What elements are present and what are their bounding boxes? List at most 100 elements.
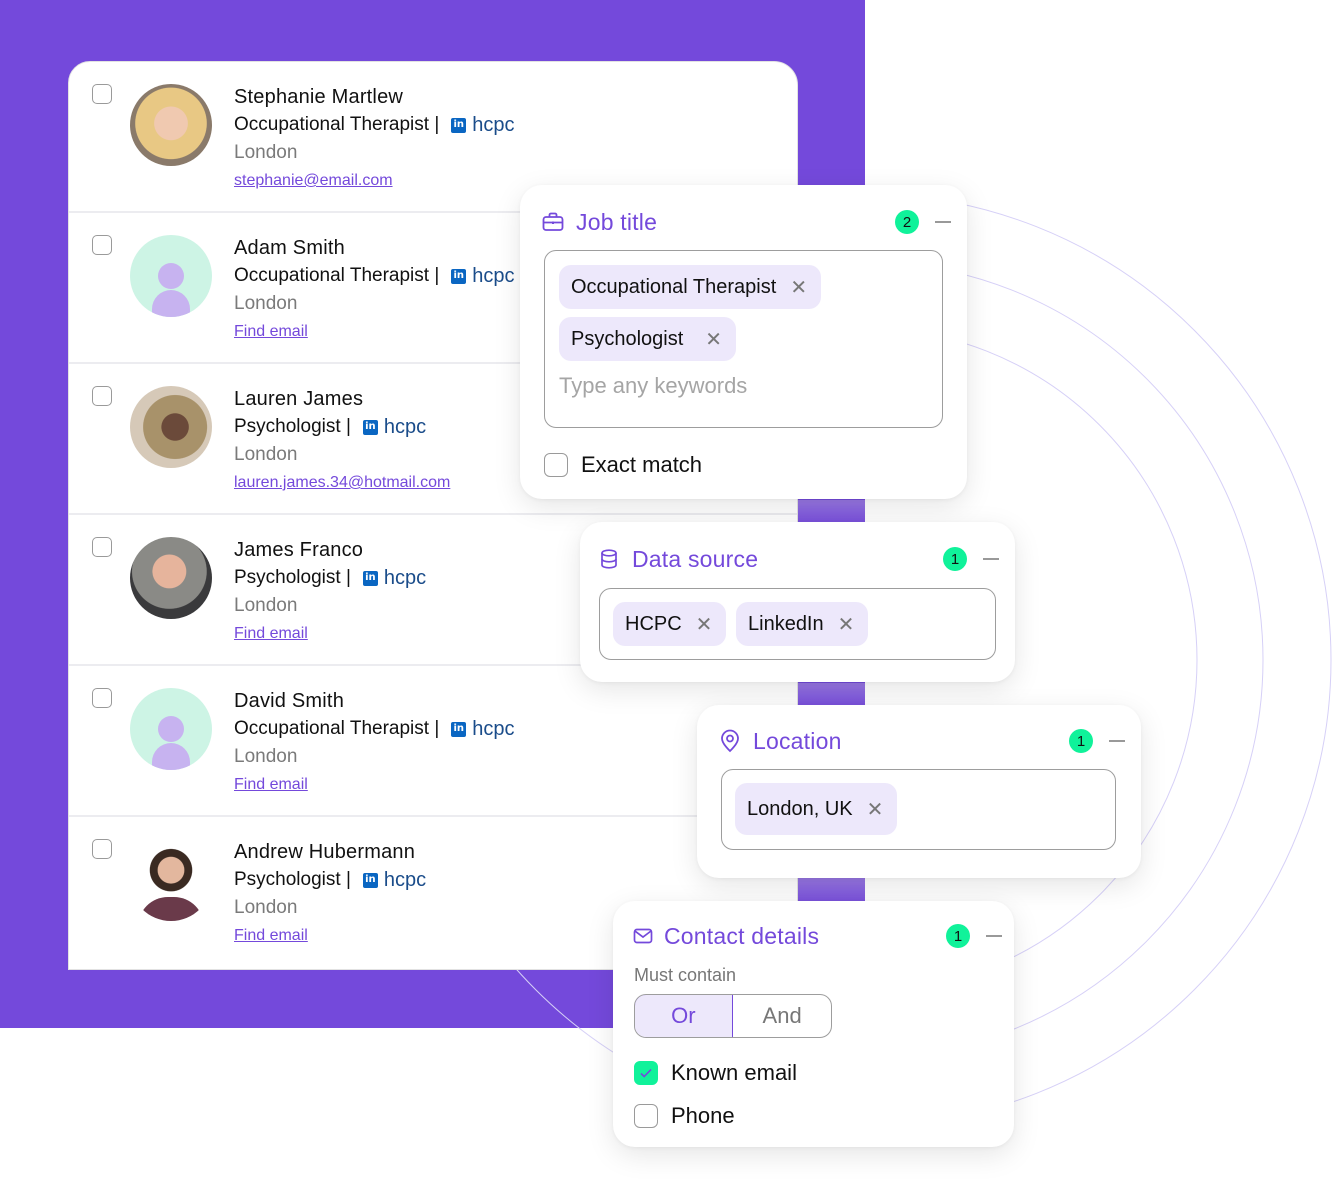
- map-pin-icon: [719, 729, 741, 753]
- find-email-link[interactable]: Find email: [234, 922, 426, 950]
- exact-match-checkbox[interactable]: Exact match: [544, 452, 702, 478]
- result-city: London: [234, 897, 298, 918]
- result-job: Occupational Therapist |: [234, 718, 440, 739]
- job-title-input-box[interactable]: Occupational Therapist ✕ Psychologist ✕: [544, 250, 943, 428]
- linkedin-icon: in: [451, 721, 467, 737]
- option-label: Phone: [671, 1103, 735, 1128]
- source-label: hcpc: [383, 869, 427, 891]
- filter-location: Location 1 London, UK ✕: [697, 705, 1141, 878]
- source-label: hcpc: [472, 114, 515, 136]
- checkbox-checked[interactable]: [634, 1061, 658, 1085]
- connector-bar: [798, 500, 865, 522]
- keywords-input[interactable]: [559, 373, 919, 399]
- remove-tag-icon[interactable]: ✕: [838, 612, 855, 636]
- email-link[interactable]: lauren.james.34@hotmail.com: [234, 469, 450, 497]
- linkedin-icon: in: [362, 570, 378, 586]
- row-checkbox[interactable]: [92, 235, 112, 255]
- linkedin-icon: in: [451, 268, 467, 284]
- tag-psychologist: Psychologist ✕: [559, 317, 737, 361]
- linkedin-icon: in: [362, 872, 378, 888]
- result-job: Occupational Therapist |: [234, 265, 440, 286]
- mail-icon: [632, 925, 654, 947]
- checkbox[interactable]: [634, 1104, 658, 1128]
- avatar: [130, 839, 212, 921]
- filter-title: Location: [753, 727, 842, 754]
- filter-contact-details: Contact details 1 Must contain Or And Kn…: [613, 901, 1014, 1147]
- avatar: [130, 537, 212, 619]
- result-row: David Smith Occupational Therapist | in …: [69, 666, 797, 817]
- result-city: London: [234, 444, 298, 465]
- filter-data-source: Data source 1 HCPC ✕ LinkedIn ✕: [580, 522, 1015, 682]
- result-name: Stephanie Martlew: [234, 86, 404, 108]
- connector-bar: [798, 683, 865, 705]
- remove-tag-icon[interactable]: ✕: [696, 612, 713, 636]
- tag-london-uk: London, UK ✕: [735, 783, 898, 835]
- tag-label: LinkedIn: [748, 612, 824, 635]
- result-job: Psychologist |: [234, 869, 351, 890]
- tag-linkedin: LinkedIn ✕: [736, 602, 869, 646]
- checkbox[interactable]: [544, 453, 568, 477]
- count-badge: 1: [946, 924, 970, 948]
- avatar: [130, 84, 212, 166]
- find-email-link[interactable]: Find email: [234, 318, 515, 346]
- tag-label: Occupational Therapist: [571, 275, 777, 298]
- result-job: Psychologist |: [234, 567, 351, 588]
- result-name: James Franco: [234, 539, 364, 561]
- source-label: hcpc: [383, 567, 427, 589]
- phone-checkbox[interactable]: Phone: [634, 1103, 735, 1129]
- row-checkbox[interactable]: [92, 84, 112, 104]
- linkedin-icon: in: [362, 419, 378, 435]
- remove-tag-icon[interactable]: ✕: [790, 275, 807, 299]
- result-name: David Smith: [234, 690, 345, 712]
- row-checkbox[interactable]: [92, 386, 112, 406]
- find-email-link[interactable]: Find email: [234, 771, 515, 799]
- email-link[interactable]: stephanie@email.com: [234, 167, 515, 195]
- checkmark-icon: [640, 1068, 652, 1078]
- count-badge: 1: [1069, 729, 1093, 753]
- connector-bar: [798, 878, 865, 902]
- source-label: hcpc: [472, 265, 515, 287]
- result-city: London: [234, 293, 298, 314]
- tag-label: London, UK: [747, 797, 853, 820]
- result-job: Psychologist |: [234, 416, 351, 437]
- tag-hcpc: HCPC ✕: [613, 602, 727, 646]
- collapse-button[interactable]: [1109, 740, 1125, 742]
- tag-label: Psychologist: [571, 327, 684, 350]
- operator-or-button[interactable]: Or: [635, 995, 734, 1037]
- filter-title: Contact details: [664, 922, 820, 949]
- row-checkbox[interactable]: [92, 688, 112, 708]
- result-city: London: [234, 746, 298, 767]
- operator-and-button[interactable]: And: [733, 995, 831, 1037]
- exact-match-label: Exact match: [581, 452, 703, 477]
- avatar-placeholder: [130, 235, 212, 317]
- result-name: Andrew Hubermann: [234, 841, 416, 863]
- result-name: Adam Smith: [234, 237, 345, 259]
- result-city: London: [234, 142, 298, 163]
- result-city: London: [234, 595, 298, 616]
- must-contain-label: Must contain: [634, 965, 737, 985]
- avatar-placeholder: [130, 688, 212, 770]
- count-badge: 1: [943, 547, 967, 571]
- source-label: hcpc: [383, 416, 427, 438]
- collapse-button[interactable]: [935, 221, 951, 223]
- filter-title: Job title: [576, 208, 658, 235]
- result-job: Occupational Therapist |: [234, 114, 440, 135]
- tag-label: HCPC: [625, 612, 682, 635]
- row-checkbox[interactable]: [92, 839, 112, 859]
- linkedin-icon: in: [451, 117, 467, 133]
- remove-tag-icon[interactable]: ✕: [705, 327, 722, 351]
- collapse-button[interactable]: [986, 935, 1002, 937]
- collapse-button[interactable]: [983, 558, 999, 560]
- row-checkbox[interactable]: [92, 537, 112, 557]
- count-badge: 2: [895, 210, 919, 234]
- remove-tag-icon[interactable]: ✕: [867, 797, 884, 821]
- data-source-input-box[interactable]: HCPC ✕ LinkedIn ✕: [599, 588, 996, 660]
- tag-occupational-therapist: Occupational Therapist ✕: [559, 265, 822, 309]
- filter-title: Data source: [632, 545, 759, 572]
- operator-toggle: Or And: [634, 994, 832, 1038]
- briefcase-icon: [542, 211, 564, 233]
- location-input-box[interactable]: London, UK ✕: [721, 769, 1116, 850]
- known-email-checkbox[interactable]: Known email: [634, 1060, 797, 1086]
- database-icon: [598, 548, 620, 570]
- find-email-link[interactable]: Find email: [234, 620, 426, 648]
